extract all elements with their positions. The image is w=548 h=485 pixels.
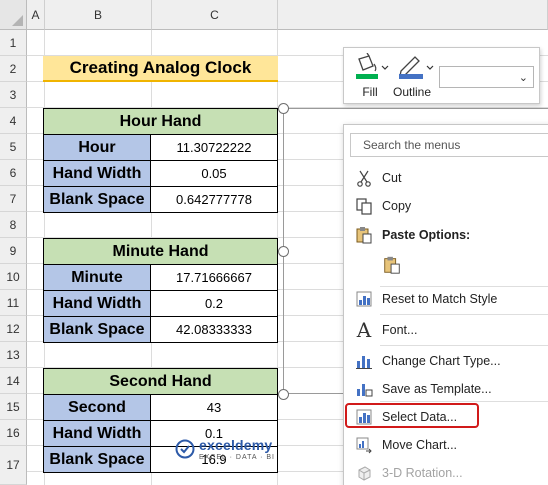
fill-button[interactable]: Fill <box>349 52 391 101</box>
save-template-icon <box>354 379 374 399</box>
format-mini-toolbar: Fill Outline ⌄ <box>343 47 540 104</box>
second-blank-space-label[interactable]: Blank Space <box>43 446 151 473</box>
minute-hand-width-label[interactable]: Hand Width <box>43 290 151 317</box>
row-header-4[interactable]: 4 <box>0 108 27 134</box>
select-all-corner[interactable] <box>0 0 27 30</box>
menu-item-reset-to-match-style[interactable]: Reset to Match Style <box>344 286 548 312</box>
menu-item-change-chart-type[interactable]: Change Chart Type... <box>344 348 548 374</box>
reset-label: Reset to Match Style <box>382 292 498 306</box>
second-hand-width-label[interactable]: Hand Width <box>43 420 151 447</box>
scissors-icon <box>354 168 374 188</box>
minute-hand-table: Minute Hand Minute 17.71666667 Hand Width… <box>43 238 278 343</box>
watermark-name: exceldemy <box>199 437 273 453</box>
column-header-c[interactable]: C <box>152 0 278 30</box>
reset-style-icon <box>354 289 374 309</box>
hour-hand-width-value[interactable]: 0.05 <box>150 160 278 187</box>
font-label: Font... <box>382 323 418 337</box>
paint-bucket-icon <box>356 52 389 79</box>
menu-separator <box>380 314 548 315</box>
minute-value[interactable]: 17.71666667 <box>150 264 278 291</box>
pencil-outline-icon <box>399 56 434 79</box>
row-header-17[interactable]: 17 <box>0 446 27 485</box>
row-header-11[interactable]: 11 <box>0 290 27 316</box>
menu-item-move-chart[interactable]: Move Chart... <box>344 432 548 458</box>
minute-hand-width-value[interactable]: 0.2 <box>150 290 278 317</box>
search-menus-input[interactable]: Search the menus <box>350 133 548 157</box>
3d-rotation-label: 3-D Rotation... <box>382 466 463 480</box>
select-data-highlight <box>345 403 479 428</box>
paste-clipboard-icon <box>382 255 402 275</box>
row-header-1[interactable]: 1 <box>0 30 27 56</box>
row-header-14[interactable]: 14 <box>0 368 27 394</box>
menu-item-cut[interactable]: Cut <box>344 165 548 191</box>
resize-handle-top-left[interactable] <box>278 103 289 114</box>
hour-blank-space-label[interactable]: Blank Space <box>43 186 151 213</box>
menu-separator <box>380 401 548 402</box>
row-header-8[interactable]: 8 <box>0 212 27 238</box>
chevron-down-icon: ⌄ <box>518 72 528 84</box>
chart-element-dropdown[interactable]: ⌄ <box>439 66 534 88</box>
menu-item-font[interactable]: A Font... <box>344 317 548 343</box>
exceldemy-logo-icon <box>175 439 195 459</box>
row-header-12[interactable]: 12 <box>0 316 27 342</box>
move-chart-label: Move Chart... <box>382 438 458 452</box>
copy-label: Copy <box>382 199 412 213</box>
watermark-tagline: EXCEL · DATA · BI <box>199 454 275 461</box>
outline-button[interactable]: Outline <box>391 53 434 101</box>
resize-handle-bottom-left[interactable] <box>278 389 289 400</box>
menu-separator <box>380 345 548 346</box>
paste-option-button[interactable] <box>378 251 408 279</box>
menu-item-copy[interactable]: Copy <box>344 193 548 219</box>
row-header-10[interactable]: 10 <box>0 264 27 290</box>
second-label[interactable]: Second <box>43 394 151 421</box>
exceldemy-watermark: exceldemy EXCEL · DATA · BI <box>175 437 275 461</box>
copy-icon <box>354 196 374 216</box>
hour-value[interactable]: 11.30722222 <box>150 134 278 161</box>
minute-blank-space-value[interactable]: 42.08333333 <box>150 316 278 343</box>
row-header-2[interactable]: 2 <box>0 56 27 82</box>
context-menu: Search the menus Cut Copy Paste Options:… <box>343 124 548 485</box>
row-header-16[interactable]: 16 <box>0 420 27 446</box>
3d-rotation-icon <box>354 463 374 483</box>
change-chart-type-label: Change Chart Type... <box>382 354 501 368</box>
resize-handle-middle-left[interactable] <box>278 246 289 257</box>
hour-label[interactable]: Hour <box>43 134 151 161</box>
menu-item-save-as-template[interactable]: Save as Template... <box>344 376 548 402</box>
hour-hand-width-label[interactable]: Hand Width <box>43 160 151 187</box>
row-header-15[interactable]: 15 <box>0 394 27 420</box>
move-chart-icon <box>354 435 374 455</box>
column-header-a[interactable]: A <box>27 0 45 30</box>
second-hand-header[interactable]: Second Hand <box>43 368 278 395</box>
select-all-triangle-icon <box>12 15 23 26</box>
hour-blank-space-value[interactable]: 0.642777778 <box>150 186 278 213</box>
row-header-7[interactable]: 7 <box>0 186 27 212</box>
minute-blank-space-label[interactable]: Blank Space <box>43 316 151 343</box>
menu-item-paste-options: Paste Options: <box>344 222 548 248</box>
row-header-13[interactable]: 13 <box>0 342 27 368</box>
hour-hand-table: Hour Hand Hour 11.30722222 Hand Width 0.05… <box>43 108 278 213</box>
row-header-5[interactable]: 5 <box>0 134 27 160</box>
sheet-title[interactable]: Creating Analog Clock <box>43 56 278 82</box>
save-as-template-label: Save as Template... <box>382 382 492 396</box>
fill-label: Fill <box>362 85 378 99</box>
row-header-6[interactable]: 6 <box>0 160 27 186</box>
column-header-b[interactable]: B <box>45 0 152 30</box>
font-a-icon: A <box>356 318 372 342</box>
column-header-next[interactable] <box>278 0 548 30</box>
chart-type-icon <box>354 351 374 371</box>
outline-label: Outline <box>392 85 432 99</box>
second-value[interactable]: 43 <box>150 394 278 421</box>
menu-item-3d-rotation[interactable]: 3-D Rotation... <box>344 460 548 485</box>
row-header-9[interactable]: 9 <box>0 238 27 264</box>
clipboard-icon <box>354 225 374 245</box>
hour-hand-header[interactable]: Hour Hand <box>43 108 278 135</box>
paste-options-label: Paste Options: <box>382 228 471 242</box>
minute-hand-header[interactable]: Minute Hand <box>43 238 278 265</box>
cut-label: Cut <box>382 171 402 185</box>
row-header-3[interactable]: 3 <box>0 82 27 108</box>
minute-label[interactable]: Minute <box>43 264 151 291</box>
